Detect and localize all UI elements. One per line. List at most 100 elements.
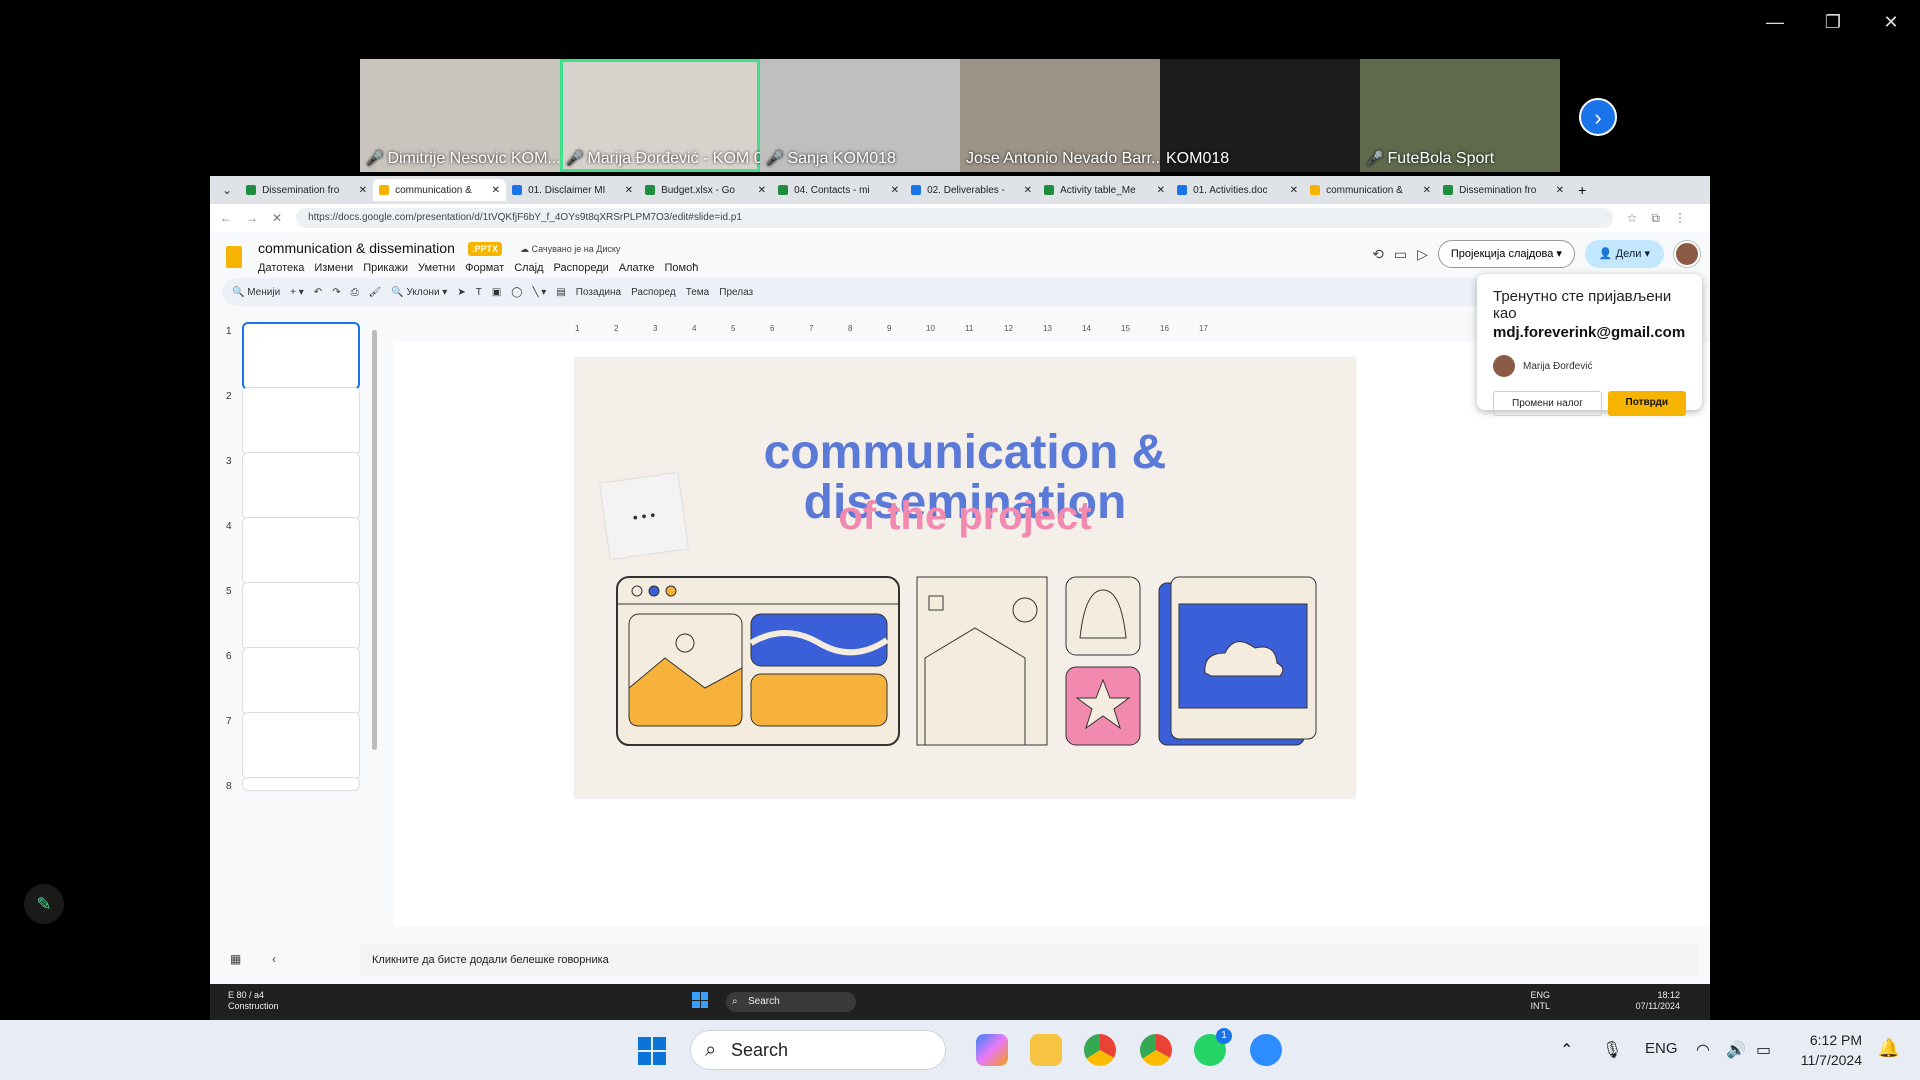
- menu-item[interactable]: Прикажи: [363, 262, 408, 274]
- meet-icon[interactable]: ▷: [1417, 246, 1428, 263]
- notification-bell-icon[interactable]: 🔔: [1878, 1038, 1900, 1059]
- slideshow-button[interactable]: Пројекција слајдова ▾: [1437, 240, 1575, 268]
- forward-icon[interactable]: →: [246, 211, 258, 225]
- whatsapp-icon[interactable]: 1: [1194, 1028, 1232, 1066]
- browser-tab[interactable]: communication & ✕: [373, 179, 507, 201]
- tab-close-icon[interactable]: ✕: [1286, 185, 1298, 196]
- menu-dots-icon[interactable]: ⋮: [1674, 211, 1686, 225]
- account-avatar[interactable]: [1674, 241, 1700, 267]
- chrome-icon[interactable]: [1084, 1034, 1116, 1066]
- menu-item[interactable]: Помоћ: [665, 262, 699, 274]
- language-label[interactable]: ENG: [1645, 1040, 1678, 1057]
- theme-button[interactable]: Тема: [686, 287, 710, 298]
- confirm-button[interactable]: Потврди: [1607, 391, 1686, 416]
- line-icon[interactable]: ╲ ▾: [533, 287, 547, 298]
- tab-search-icon[interactable]: ⌄: [222, 183, 232, 197]
- slide-thumbnail[interactable]: [242, 387, 360, 455]
- comment-icon[interactable]: ▤: [556, 287, 565, 298]
- annotate-pen-icon[interactable]: ✎: [24, 884, 64, 924]
- menu-item[interactable]: Уметни: [418, 262, 455, 274]
- collapse-panel-icon[interactable]: ‹: [272, 952, 276, 966]
- zoom-icon[interactable]: [1250, 1034, 1282, 1066]
- tab-close-icon[interactable]: ✕: [1153, 185, 1165, 196]
- participant-tile[interactable]: 🎤Marija Đorđević - KOM 018: [560, 59, 760, 172]
- volume-icon[interactable]: 🔊: [1726, 1040, 1746, 1060]
- browser-tab[interactable]: communication & ✕: [1304, 179, 1437, 201]
- slide[interactable]: communication & dissemination of the pro…: [575, 358, 1355, 798]
- reload-icon[interactable]: ✕: [272, 211, 282, 225]
- menu-item[interactable]: Измени: [314, 262, 353, 274]
- slide-thumbnail[interactable]: [242, 712, 360, 780]
- back-icon[interactable]: ←: [220, 211, 232, 225]
- textbox-icon[interactable]: T: [476, 287, 482, 298]
- microphone-icon[interactable]: 🎙: [1602, 1040, 1622, 1060]
- bookmark-star-icon[interactable]: ☆: [1627, 211, 1638, 225]
- menu-item[interactable]: Алатке: [619, 262, 655, 274]
- grid-view-icon[interactable]: ▦: [230, 952, 241, 966]
- slide-thumbnail[interactable]: [242, 582, 360, 650]
- copilot-icon[interactable]: [976, 1034, 1008, 1066]
- select-icon[interactable]: ➤: [457, 287, 465, 298]
- background-button[interactable]: Позадина: [576, 287, 621, 298]
- filmstrip-scrollbar[interactable]: [372, 330, 377, 750]
- saved-status[interactable]: ☁ Сачувано је на Диску: [520, 244, 620, 255]
- url-field[interactable]: https://docs.google.com/presentation/d/1…: [296, 208, 1613, 228]
- comments-icon[interactable]: ▭: [1394, 246, 1407, 263]
- browser-tab[interactable]: Budget.xlsx - Go ✕: [639, 179, 772, 201]
- wifi-icon[interactable]: ◠: [1696, 1040, 1710, 1060]
- browser-tab[interactable]: 02. Deliverables - ✕: [905, 179, 1038, 201]
- new-slide-icon[interactable]: + ▾: [290, 287, 304, 298]
- slide-thumbnail[interactable]: [242, 777, 360, 791]
- document-title[interactable]: communication & dissemination: [258, 240, 455, 256]
- minimize-icon[interactable]: —: [1760, 12, 1790, 33]
- tab-close-icon[interactable]: ✕: [754, 185, 766, 196]
- browser-tab[interactable]: Dissemination fro ✕: [1437, 179, 1570, 201]
- zoom-button[interactable]: 🔍 Уклони ▾: [391, 287, 447, 298]
- menu-item[interactable]: Распореди: [554, 262, 609, 274]
- extensions-icon[interactable]: ⧉: [1651, 211, 1660, 226]
- chrome-profile-icon[interactable]: [1140, 1034, 1172, 1066]
- windows-search[interactable]: ⌕ Search: [690, 1030, 946, 1070]
- tab-close-icon[interactable]: ✕: [355, 185, 367, 196]
- tab-close-icon[interactable]: ✕: [621, 185, 633, 196]
- paint-format-icon[interactable]: 🖌: [369, 287, 382, 298]
- menu-item[interactable]: Датотека: [258, 262, 304, 274]
- image-icon[interactable]: ▣: [492, 287, 501, 298]
- browser-tab[interactable]: 04. Contacts - mi ✕: [772, 179, 905, 201]
- slide-canvas[interactable]: communication & dissemination of the pro…: [393, 342, 1710, 926]
- next-participants-button[interactable]: ›: [1579, 98, 1617, 136]
- transition-button[interactable]: Прелаз: [719, 287, 753, 298]
- share-button[interactable]: 👤 Дели ▾: [1584, 240, 1664, 268]
- search-menus[interactable]: 🔍 Менији: [232, 287, 280, 298]
- shape-icon[interactable]: ◯: [511, 287, 522, 298]
- restore-icon[interactable]: ❐: [1818, 12, 1848, 33]
- battery-icon[interactable]: ▭: [1756, 1040, 1771, 1060]
- start-icon[interactable]: [692, 992, 708, 1008]
- participant-tile[interactable]: 🎤 Dimitrije Nesovic KOM...: [360, 59, 560, 172]
- menu-item[interactable]: Слајд: [514, 262, 543, 274]
- close-icon[interactable]: ✕: [1876, 12, 1906, 33]
- file-explorer-icon[interactable]: [1030, 1034, 1062, 1066]
- history-icon[interactable]: ⟲: [1372, 246, 1384, 263]
- browser-tab[interactable]: 01. Disclaimer MI ✕: [506, 179, 639, 201]
- language-indicator[interactable]: ENG INTL: [1530, 990, 1550, 1012]
- speaker-notes[interactable]: Кликните да бисте додали белешке говорни…: [360, 944, 1698, 976]
- tab-close-icon[interactable]: ✕: [1419, 185, 1431, 196]
- participant-tile[interactable]: 🎤 FuteBola Sport: [1360, 59, 1560, 172]
- show-hidden-icons-icon[interactable]: ⌃: [1560, 1040, 1573, 1060]
- tab-close-icon[interactable]: ✕: [887, 185, 899, 196]
- participant-tile[interactable]: Jose Antonio Nevado Barr...: [960, 59, 1160, 172]
- redo-icon[interactable]: ↷: [332, 287, 340, 298]
- slide-thumbnail[interactable]: [242, 322, 360, 390]
- change-account-button[interactable]: Промени налог: [1493, 391, 1602, 416]
- participant-tile[interactable]: 🎤 Sanja KOM018: [760, 59, 960, 172]
- taskbar-search[interactable]: ⌕ Search: [726, 992, 856, 1012]
- tab-close-icon[interactable]: ✕: [1020, 185, 1032, 196]
- slide-thumbnail[interactable]: [242, 517, 360, 585]
- slide-thumbnail[interactable]: [242, 452, 360, 520]
- slides-logo-icon[interactable]: [226, 246, 242, 268]
- taskbar-clock[interactable]: 6:12 PM 11/7/2024: [1801, 1030, 1862, 1070]
- browser-tab[interactable]: Activity table_Me ✕: [1038, 179, 1171, 201]
- browser-tab[interactable]: Dissemination fro ✕: [240, 179, 373, 201]
- print-icon[interactable]: ⎙: [351, 287, 359, 298]
